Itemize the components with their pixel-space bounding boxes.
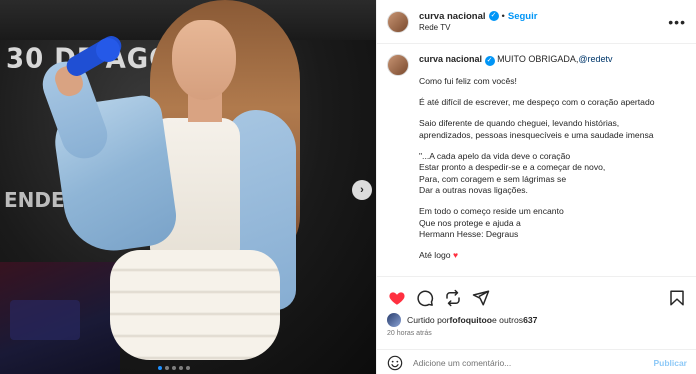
person-skirt <box>110 250 280 360</box>
comment-box: Publicar <box>377 349 696 374</box>
verified-badge-icon: ✓ <box>488 11 499 22</box>
caption-username[interactable]: curva nacional <box>419 54 482 64</box>
header-text: curva nacional ✓ • Seguir Rede TV <box>419 11 537 33</box>
caption-avatar[interactable] <box>387 54 409 76</box>
carousel-dots <box>158 366 190 370</box>
caption-first-text: MUITO OBRIGADA, <box>497 54 579 64</box>
post-actions: Curtido por fofoquitoo e outros 637 20 h… <box>377 276 696 374</box>
post-header: curva nacional ✓ • Seguir Rede TV ••• <box>377 0 696 44</box>
comment-icon[interactable] <box>415 288 435 308</box>
caption-last-line: Até logo ♥ <box>419 250 686 261</box>
caption-body: curva nacional ✓ MUITO OBRIGADA,@redetv … <box>419 54 686 262</box>
likes-prefix: Curtido por <box>407 315 450 325</box>
caption-paragraphs: Como fui feliz com vocês! É até difícil d… <box>419 76 686 241</box>
microphone-head <box>96 38 120 62</box>
likes-middle: e outros <box>492 315 524 325</box>
carousel-dot <box>165 366 169 370</box>
caption-paragraph: Como fui feliz com vocês! <box>419 76 686 87</box>
header-subtitle[interactable]: Rede TV <box>419 23 537 33</box>
chevron-right-icon: › <box>360 184 364 196</box>
caption-paragraph: Em todo o começo reside um encanto Que no… <box>419 206 686 240</box>
caption: curva nacional ✓ MUITO OBRIGADA,@redetv … <box>387 54 686 262</box>
caption-scroll-area[interactable]: curva nacional ✓ MUITO OBRIGADA,@redetv … <box>377 44 696 276</box>
post-image[interactable]: 30 DE AGOSTO 26 ENDENTE › <box>0 0 376 374</box>
caption-line: Em todo o começo reside um encanto <box>419 206 564 217</box>
verified-badge-icon: ✓ <box>484 55 495 66</box>
header-username[interactable]: curva nacional <box>419 11 486 22</box>
likes-count[interactable]: 637 <box>523 315 537 325</box>
heart-icon[interactable] <box>387 288 407 308</box>
post-timestamp[interactable]: 20 horas atrás <box>377 327 696 337</box>
caption-line: Como fui feliz com vocês! <box>419 75 517 86</box>
caption-paragraph: É até difícil de escrever, me despeço co… <box>419 97 686 108</box>
caption-first-line: curva nacional ✓ MUITO OBRIGADA,@redetv <box>419 54 686 66</box>
emoji-icon[interactable] <box>387 355 403 371</box>
carousel-dot <box>172 366 176 370</box>
carousel-dot <box>186 366 190 370</box>
caption-last-text: Até logo <box>419 250 451 261</box>
caption-paragraph: Saio diferente de quando cheguei, levand… <box>419 118 686 141</box>
liker-avatar[interactable] <box>387 313 401 327</box>
heart-emoji-icon: ♥ <box>452 250 459 261</box>
caption-line: Hermann Hesse: Degraus <box>419 229 519 240</box>
carousel-next-button[interactable]: › <box>352 180 372 200</box>
follow-button[interactable]: Seguir <box>508 11 538 22</box>
caption-line: Que nos protege e ajuda a <box>419 217 521 228</box>
header-separator: • <box>501 10 505 22</box>
caption-line: aprendizados, pessoas inesquecíveis e um… <box>419 129 654 140</box>
comment-input[interactable] <box>413 357 654 368</box>
likes-user-link[interactable]: fofoquitoo <box>450 315 492 325</box>
caption-line: Saio diferente de quando cheguei, levand… <box>419 118 620 129</box>
caption-line: Dar a outras novas ligações. <box>419 185 528 196</box>
share-icon[interactable] <box>471 288 491 308</box>
caption-line: "...A cada apelo da vida deve o coração <box>419 151 571 162</box>
carousel-dot <box>179 366 183 370</box>
person-face <box>172 20 236 100</box>
action-icon-row <box>377 277 696 311</box>
caption-mention-link[interactable]: @redetv <box>578 54 612 64</box>
carousel-dot-active <box>158 366 162 370</box>
caption-line: É até difícil de escrever, me despeço co… <box>419 97 655 108</box>
more-horizontal-icon[interactable]: ••• <box>668 14 686 30</box>
caption-line: Para, com coragem e sem lágrimas se <box>419 173 567 184</box>
header-line: curva nacional ✓ • Seguir <box>419 11 537 22</box>
image-stage-screen <box>10 300 80 340</box>
publish-button[interactable]: Publicar <box>653 358 687 368</box>
repost-icon[interactable] <box>443 288 463 308</box>
avatar[interactable] <box>387 10 409 33</box>
caption-line: Estar pronto a despedir-se e a começar d… <box>419 162 606 173</box>
caption-paragraph: "...A cada apelo da vida deve o coração E… <box>419 151 686 196</box>
bookmark-icon[interactable] <box>667 288 687 308</box>
likes-summary: Curtido por fofoquitoo e outros 637 <box>377 311 696 327</box>
post-side-panel: curva nacional ✓ • Seguir Rede TV ••• cu… <box>376 0 696 374</box>
